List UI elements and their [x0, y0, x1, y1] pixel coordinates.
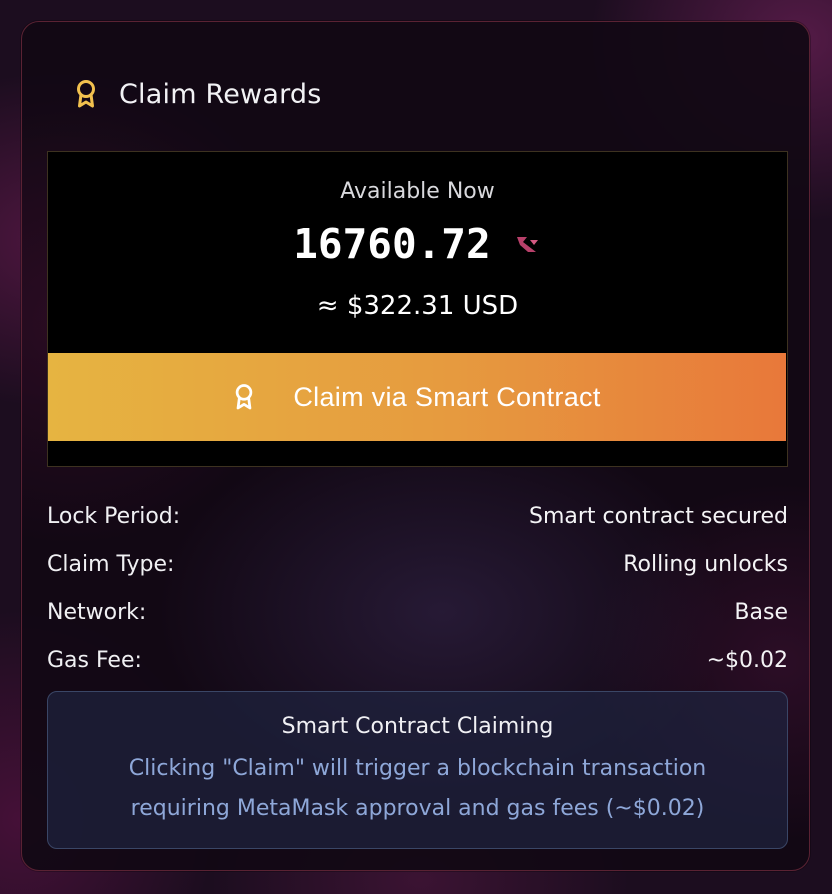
info-title: Smart Contract Claiming [281, 714, 554, 739]
available-rewards-panel: Available Now 16760.72 ≈ $322.31 USD Cla… [47, 151, 788, 467]
detail-value: Smart contract secured [528, 503, 788, 529]
reward-amount: 16760.72 [293, 220, 491, 268]
detail-label: Gas Fee: [47, 647, 142, 673]
detail-row-gas-fee: Gas Fee: ~$0.02 [47, 636, 788, 684]
available-now-label: Available Now [340, 179, 495, 204]
usd-value: ≈ $322.31 USD [316, 291, 519, 321]
smart-contract-info-box: Smart Contract Claiming Clicking "Claim"… [47, 691, 788, 849]
detail-row-lock-period: Lock Period: Smart contract secured [47, 492, 788, 540]
claim-button-label: Claim via Smart Contract [293, 381, 601, 412]
card-header: Claim Rewards [74, 74, 322, 114]
detail-row-claim-type: Claim Type: Rolling unlocks [47, 540, 788, 588]
detail-label: Lock Period: [47, 503, 181, 529]
detail-label: Claim Type: [47, 551, 175, 577]
claim-details: Lock Period: Smart contract secured Clai… [47, 492, 788, 684]
award-icon [74, 79, 98, 109]
token-logo-icon [514, 232, 542, 256]
claim-button[interactable]: Claim via Smart Contract [48, 353, 786, 441]
reward-amount-row: 16760.72 [48, 220, 787, 268]
card-title: Claim Rewards [119, 78, 322, 110]
detail-value: Base [734, 599, 788, 625]
claim-rewards-card: Claim Rewards Available Now 16760.72 ≈ $… [21, 21, 810, 871]
detail-value: ~$0.02 [706, 647, 788, 673]
detail-value: Rolling unlocks [623, 551, 788, 577]
detail-row-network: Network: Base [47, 588, 788, 636]
detail-label: Network: [47, 599, 147, 625]
info-text: Clicking "Claim" will trigger a blockcha… [128, 756, 707, 821]
award-icon [233, 382, 255, 412]
